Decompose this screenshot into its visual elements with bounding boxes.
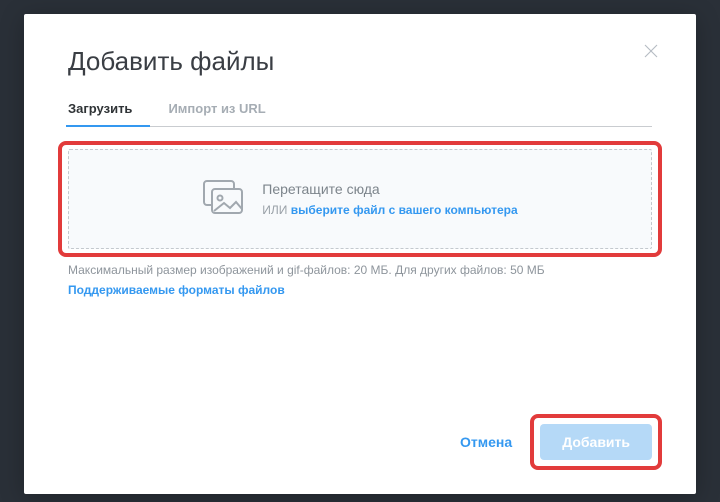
size-hint: Максимальный размер изображений и gif-фа… — [68, 263, 652, 277]
dropzone-text: Перетащите сюда ИЛИ выберите файл с ваше… — [262, 178, 517, 220]
tab-upload[interactable]: Загрузить — [68, 101, 132, 126]
dropzone-container: Перетащите сюда ИЛИ выберите файл с ваше… — [68, 149, 652, 249]
modal-actions: Отмена Добавить — [450, 424, 652, 460]
dropzone-or: ИЛИ — [262, 203, 287, 217]
close-icon — [642, 42, 660, 60]
close-button[interactable] — [642, 42, 664, 64]
tab-label: Загрузить — [68, 101, 132, 116]
supported-formats-link[interactable]: Поддерживаемые форматы файлов — [68, 283, 285, 297]
tab-label: Импорт из URL — [168, 101, 265, 116]
add-files-modal: Добавить файлы Загрузить Импорт из URL П… — [24, 14, 696, 494]
add-button-container: Добавить — [540, 424, 652, 460]
images-icon — [202, 179, 244, 220]
file-dropzone[interactable]: Перетащите сюда ИЛИ выберите файл с ваше… — [68, 149, 652, 249]
tabs: Загрузить Импорт из URL — [68, 101, 652, 127]
dropzone-sub-text: ИЛИ выберите файл с вашего компьютера — [262, 201, 517, 220]
add-button[interactable]: Добавить — [540, 424, 652, 460]
choose-file-link[interactable]: выберите файл с вашего компьютера — [291, 203, 518, 217]
modal-title: Добавить файлы — [68, 46, 652, 77]
dropzone-main-text: Перетащите сюда — [262, 178, 517, 200]
tab-import-url[interactable]: Импорт из URL — [168, 101, 265, 126]
cancel-button[interactable]: Отмена — [450, 426, 522, 458]
